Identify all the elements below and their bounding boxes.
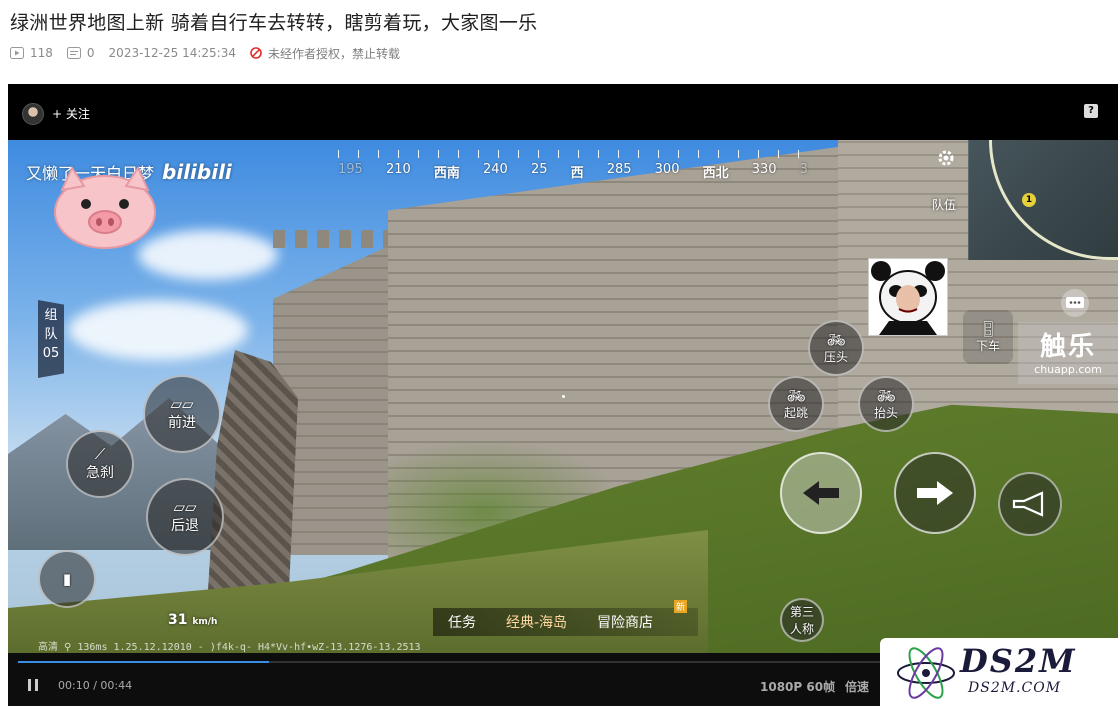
minimap-marker: 1	[1022, 193, 1036, 207]
steer-left-button[interactable]	[780, 452, 862, 534]
team-button[interactable]: 队伍	[932, 196, 956, 213]
get-off-button[interactable]: 🚪︎ 下车	[963, 310, 1013, 364]
lift-head-button[interactable]: 🚲︎ 抬头	[858, 376, 914, 432]
panda-sticker	[868, 258, 948, 336]
compass-ticks	[338, 150, 808, 158]
jump-button[interactable]: 🚲︎ 起跳	[768, 376, 824, 432]
pedal-icon: ▱▱	[170, 395, 194, 413]
pause-icon[interactable]	[28, 679, 38, 691]
steer-right-button[interactable]	[894, 452, 976, 534]
comment-count: 0	[66, 46, 95, 60]
help-icon[interactable]: ?	[1084, 104, 1098, 118]
game-status-line: 高清 ⚲ 136ms 1.25.12.12010 - )f4k-q- H4*Vv…	[38, 642, 421, 653]
press-head-button[interactable]: 🚲︎ 压头	[808, 320, 864, 376]
bike-icon: 🚲︎	[876, 386, 896, 405]
pedal-icon: ▱▱	[173, 498, 197, 516]
minimap-road	[989, 140, 1118, 260]
tab-adventure-shop[interactable]: 冒险商店	[582, 612, 668, 632]
bike-icon: 🚲︎	[786, 386, 806, 405]
game-tabs: 任务 经典-海岛 冒险商店	[433, 608, 698, 636]
time-display: 00:10 / 00:44	[58, 679, 133, 692]
third-person-button[interactable]: 第三 人称	[780, 598, 824, 642]
ds2m-watermark: DS2M DS2M.COM	[880, 638, 1118, 706]
compass-bar: 195 210 西南 240 25 西 285 300 西北 330 3	[338, 150, 808, 181]
bike-icon: 🚲︎	[826, 330, 846, 349]
chat-icon[interactable]	[1058, 288, 1092, 318]
compass-labels: 195 210 西南 240 25 西 285 300 西北 330 3	[338, 162, 808, 181]
uploader-avatar[interactable]	[22, 103, 44, 125]
video-player[interactable]: + 关注 ? 又懒了一天白日梦 bilibili 195 210 西南 240 …	[8, 84, 1118, 706]
arrow-right-icon	[917, 481, 953, 505]
panda-face-icon	[871, 261, 945, 335]
video-title: 绿洲世界地图上新 骑着自行车去转转，瞎剪着玩，大家图一乐	[10, 12, 538, 34]
crosshair	[562, 395, 565, 398]
brake-icon: ⟋	[94, 445, 106, 463]
arrow-left-icon	[803, 481, 839, 505]
play-count-icon	[10, 47, 24, 59]
rights-notice: 未经作者授权，禁止转载	[250, 45, 400, 62]
backward-button[interactable]: ▱▱ 后退	[146, 478, 224, 556]
box-icon: ▮	[62, 570, 72, 588]
brake-button[interactable]: ⟋ 急刹	[66, 430, 134, 498]
minimap[interactable]: 1	[968, 140, 1118, 260]
quality-button[interactable]: 1080P 60帧	[760, 678, 835, 695]
forward-button[interactable]: ▱▱ 前进	[143, 375, 221, 453]
pig-sticker	[54, 165, 156, 249]
tab-tasks[interactable]: 任务	[433, 612, 491, 632]
speed-readout: 31 km/h	[168, 612, 218, 628]
team-panel[interactable]: 组 队 05	[38, 300, 64, 378]
horn-button[interactable]	[998, 472, 1062, 536]
new-badge: 新	[674, 600, 688, 613]
play-count: 118	[10, 46, 53, 60]
video-meta: 118 0 2023-12-25 14:25:34 未经作者授权，禁止转载	[10, 44, 414, 62]
chuapp-watermark: 触乐 chuapp.com	[1018, 322, 1118, 384]
bilibili-logo: bilibili	[162, 160, 232, 184]
publish-time: 2023-12-25 14:25:34	[108, 46, 236, 60]
comment-icon	[66, 47, 81, 59]
cloud	[68, 300, 248, 360]
door-icon: 🚪︎	[978, 319, 998, 338]
progress-fill	[18, 661, 269, 663]
no-repost-icon	[250, 47, 262, 59]
follow-button[interactable]: + 关注	[52, 105, 90, 122]
item-button[interactable]: ▮	[38, 550, 96, 608]
horn-icon	[1012, 491, 1044, 517]
tab-classic-island[interactable]: 经典-海岛	[491, 612, 582, 632]
video-frame[interactable]: 又懒了一天白日梦 bilibili 195 210 西南 240 25 西 285…	[8, 140, 1118, 653]
player-top-bar: + 关注 ?	[8, 84, 1118, 140]
speed-button[interactable]: 倍速	[845, 678, 869, 695]
atom-logo-icon	[897, 647, 955, 699]
settings-icon[interactable]	[936, 148, 956, 168]
